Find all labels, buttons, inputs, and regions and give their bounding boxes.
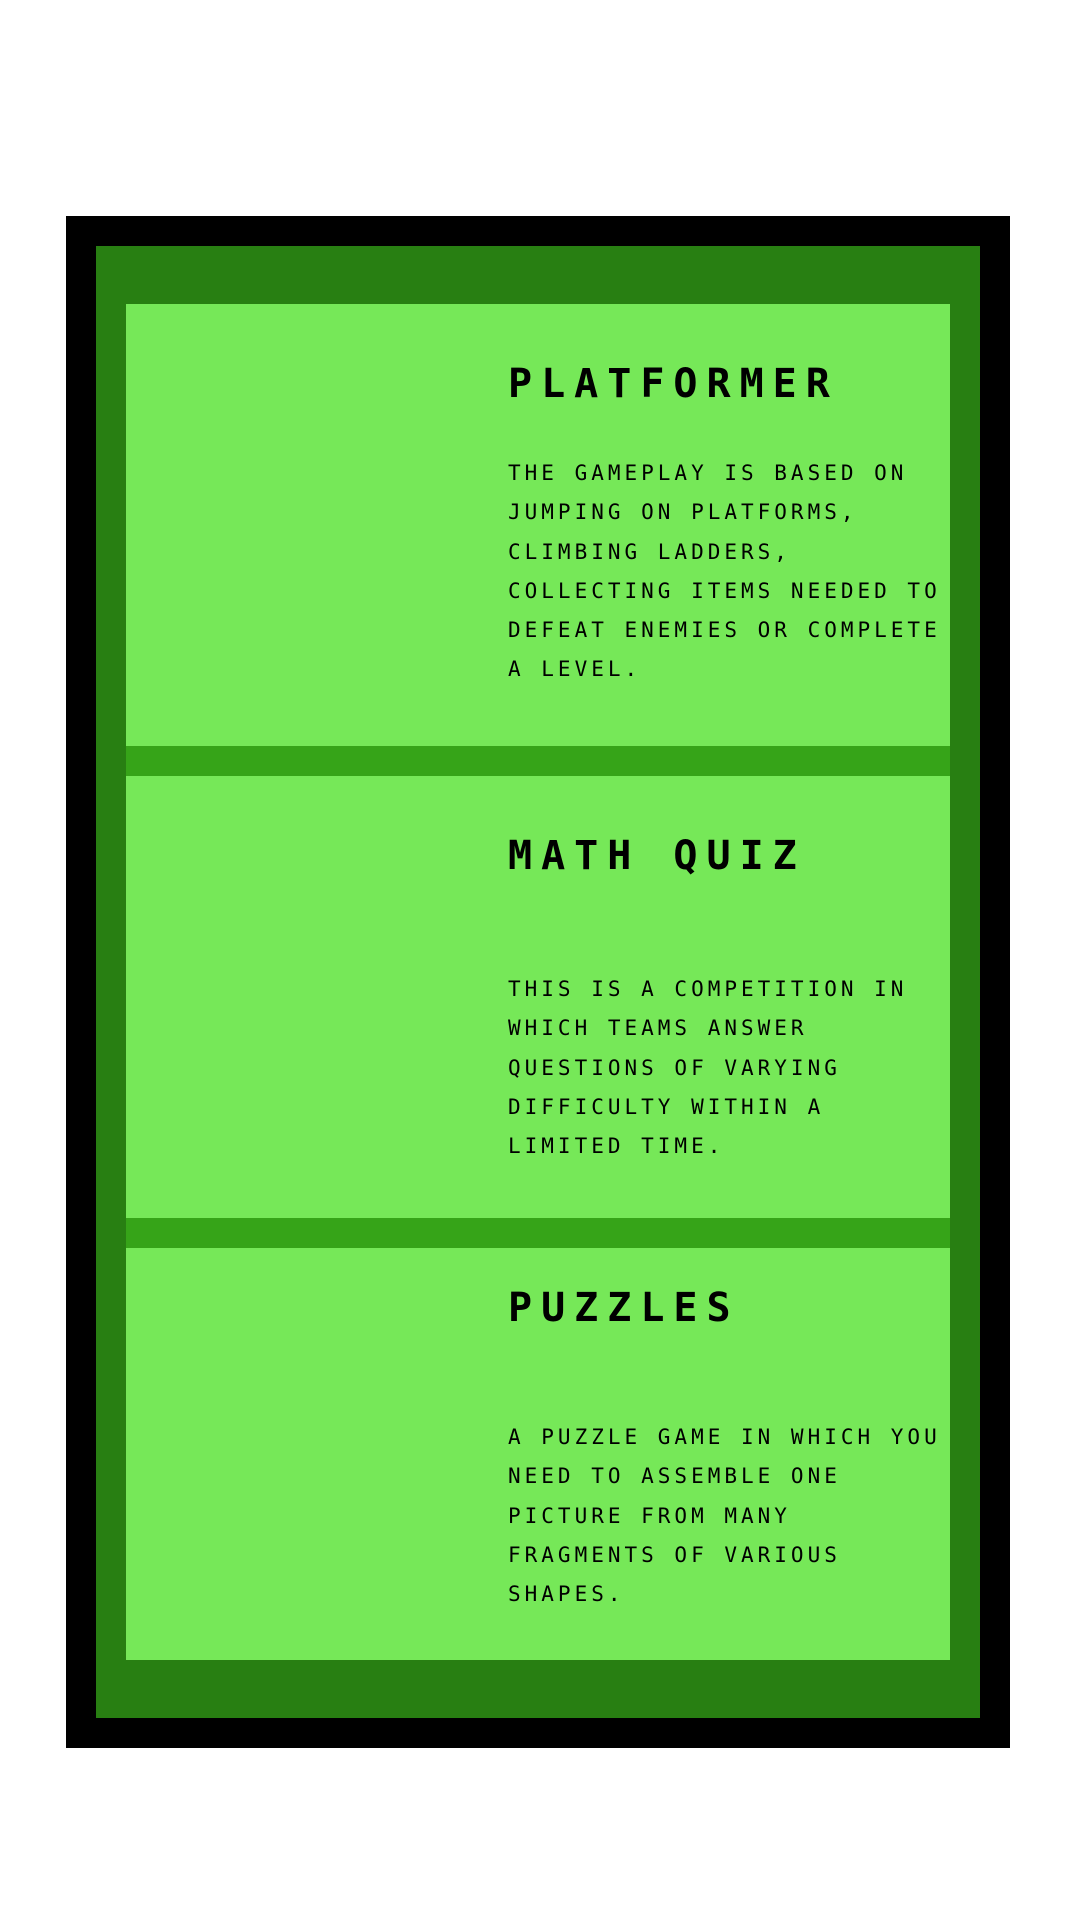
panel-divider [126, 1218, 950, 1248]
game-card-platformer[interactable]: platformer the gameplay is based on jump… [126, 304, 950, 746]
game-description: this is a competition in which teams ans… [508, 977, 908, 1159]
game-card-puzzles[interactable]: puzzles a puzzle game in which you need … [126, 1248, 950, 1660]
game-title: puzzles [508, 1285, 740, 1331]
game-title: math quiz [508, 833, 806, 879]
panel-divider [126, 746, 950, 776]
game-description: a puzzle game in which you need to assem… [508, 1425, 941, 1607]
game-card-math-quiz[interactable]: math quiz this is a competition in which… [126, 776, 950, 1218]
game-title: platformer [508, 361, 839, 407]
game-description: the gameplay is based on jumping on plat… [508, 461, 941, 682]
